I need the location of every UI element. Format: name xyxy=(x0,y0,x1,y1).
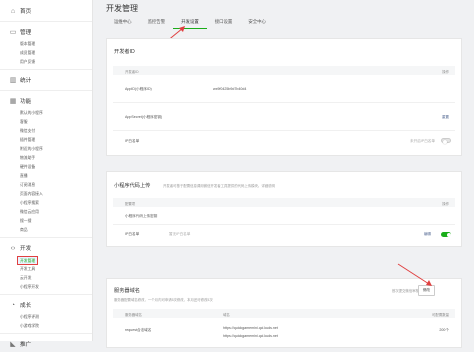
sidebar-divider xyxy=(0,237,92,238)
sidebar-divider xyxy=(0,333,92,334)
sidebar-section-manage: ▭ 管理 xyxy=(0,24,92,40)
sidebar-section-features: ▦ 功能 xyxy=(0,93,92,109)
sidebar-item-academy[interactable]: 小游戏学院 xyxy=(0,322,92,331)
code-upload-table-header: 配置项 操作 xyxy=(113,198,455,207)
main-content: 开发管理 运维中心 监控告警 开发设置 接口设置 安全中心 开发者ID 开发者I… xyxy=(94,0,474,348)
sidebar-features-label: 功能 xyxy=(20,99,32,105)
tab-security[interactable]: 安全中心 xyxy=(240,19,274,29)
grid-icon: ▦ xyxy=(9,98,17,105)
col-domain: 域名 xyxy=(223,313,230,317)
code-upload-desc: 开发者可基于配置信息调用微信开发者工具提供的代码上传模块。详细说明 xyxy=(163,184,275,188)
ip-whitelist-label: IP白名单 xyxy=(125,139,140,143)
sidebar-item-dev-tools[interactable]: 开发工具 xyxy=(0,265,92,274)
appsecret-reset-link[interactable]: 重置 xyxy=(442,115,449,120)
ip-whitelist-toggle[interactable] xyxy=(441,138,451,144)
ip-whitelist-note: 未开启IP白名单 xyxy=(410,139,435,143)
sidebar-divider xyxy=(0,69,92,70)
sidebar-manage-label: 管理 xyxy=(20,30,32,36)
sidebar-stats[interactable]: ▥ 统计 xyxy=(0,72,92,88)
sidebar-item-feature[interactable]: 订阅消息 xyxy=(0,181,92,190)
col-operation: 操作 xyxy=(442,70,449,74)
sidebar-item-feature[interactable]: 附近的小程序 xyxy=(0,145,92,154)
sidebar-divider xyxy=(0,21,92,22)
sidebar-item-feature[interactable]: 客服 xyxy=(0,118,92,127)
sidebar-item-feature[interactable]: 小程序搜索 xyxy=(0,199,92,208)
sidebar-item-cloud[interactable]: 云开发 xyxy=(0,274,92,283)
sidebar-divider xyxy=(0,90,92,91)
upload-key-label: 小程序代码上传密钥 xyxy=(125,214,158,218)
developer-id-title: 开发者ID xyxy=(114,49,135,55)
sidebar-item-feature[interactable]: 直播 xyxy=(0,172,92,181)
code-icon: ‹› xyxy=(10,244,16,252)
sidebar-section-growth: ◔ 成长 xyxy=(0,297,92,313)
sidebar-item-feature[interactable]: 物流助手 xyxy=(0,154,92,163)
appsecret-label: AppSecret(小程序密钥) xyxy=(125,115,163,119)
domain-value: https://quickgamemini.qci.kuds.net xyxy=(223,326,278,330)
sidebar-item-feature[interactable]: 插件管理 xyxy=(0,136,92,145)
col-config: 配置项 xyxy=(125,202,136,206)
sidebar: ⌂ 首页 ▭ 管理 版本管理 成员管理 用户反馈 ▥ 统计 ▦ 功能 默认的小程… xyxy=(0,0,93,348)
request-domain-label: request合法域名 xyxy=(125,328,152,332)
developer-id-card: 开发者ID 开发者ID 操作 AppID(小程序ID) wx9f0425b9d7… xyxy=(106,38,462,156)
sidebar-dev-label: 开发 xyxy=(20,246,32,252)
appid-value: wx9f0425b9d7b40d4 xyxy=(213,87,247,91)
growth-icon: ◔ xyxy=(10,301,16,309)
sidebar-item-members[interactable]: 成员管理 xyxy=(0,49,92,58)
code-upload-card: 小程序代码上传 开发者可基于配置信息调用微信开发者工具提供的代码上传模块。详细说… xyxy=(106,171,462,247)
sidebar-item-miniprogram-dev[interactable]: 小程序开发 xyxy=(0,283,92,292)
upload-ip-row: IP白名单 暂无IP白名单 编辑 xyxy=(113,225,455,243)
sidebar-item-feature[interactable]: 默认的小程序 xyxy=(0,109,92,118)
sidebar-home[interactable]: ⌂ 首页 xyxy=(0,3,92,19)
upload-ip-value: 暂无IP白名单 xyxy=(169,232,191,236)
sidebar-item-version[interactable]: 版本管理 xyxy=(0,40,92,49)
sidebar-growth-label: 成长 xyxy=(20,303,32,309)
sidebar-item-feature[interactable]: 微信支付 xyxy=(0,127,92,136)
domain-count: 200个 xyxy=(439,328,449,332)
developer-id-table-header: 开发者ID 操作 xyxy=(113,66,455,75)
server-domain-note: 首次提交微信审核 xyxy=(391,289,419,293)
sidebar-item-dev-manage[interactable]: 开发管理 xyxy=(17,256,38,265)
sidebar-item-review[interactable]: 小程序评测 xyxy=(0,313,92,322)
col-operation: 操作 xyxy=(442,202,449,206)
server-domain-desc: 服务器配置域名修改，一个月内可申请5次修改，本月还可修改5次 xyxy=(114,298,213,302)
megaphone-icon: ◣ xyxy=(10,341,16,348)
sidebar-item-feature[interactable]: 商品 xyxy=(0,226,92,235)
sidebar-home-label: 首页 xyxy=(20,9,32,15)
ip-whitelist-row: IP白名单 未开启IP白名单 xyxy=(113,131,455,153)
page-title: 开发管理 xyxy=(106,4,138,13)
sidebar-item-feature[interactable]: 微信云应用 xyxy=(0,208,92,217)
sidebar-section-dev: ‹› 开发 xyxy=(0,240,92,256)
sidebar-promo-label: 推广 xyxy=(20,342,32,348)
home-icon: ⌂ xyxy=(10,7,16,15)
request-domain-row: request合法域名 https://quickgamemini.qci.ku… xyxy=(113,318,455,342)
col-count: 可配置数量 xyxy=(432,313,449,317)
upload-ip-edit-link[interactable]: 编辑 xyxy=(424,232,431,237)
upload-key-row: 小程序代码上传密钥 xyxy=(113,207,455,225)
sidebar-promo[interactable]: ◣ 推广 xyxy=(0,336,92,352)
upload-ip-label: IP白名单 xyxy=(125,232,140,236)
chart-icon: ▥ xyxy=(9,77,17,84)
folder-icon: ▭ xyxy=(9,29,17,36)
appsecret-row: AppSecret(小程序密钥) 重置 xyxy=(113,103,455,131)
col-developer-id: 开发者ID xyxy=(125,70,139,74)
server-domain-table-header: 服务器域名 域名 可配置数量 xyxy=(113,309,455,318)
server-domain-title: 服务器域名 xyxy=(114,288,140,294)
tab-bar: 运维中心 监控告警 开发设置 接口设置 安全中心 xyxy=(106,19,274,29)
server-domain-card: 服务器域名 服务器配置域名修改，一个月内可申请5次修改，本月还可修改5次 首次提… xyxy=(106,278,462,348)
annotation-arrow xyxy=(397,263,432,286)
sidebar-item-feature[interactable]: 页面内容接入 xyxy=(0,190,92,199)
appid-row: AppID(小程序ID) wx9f0425b9d7b40d4 xyxy=(113,75,455,103)
upload-ip-toggle[interactable] xyxy=(441,232,451,237)
domain-value: https://quickgamemini.qci.kuds.net xyxy=(223,334,278,338)
sidebar-item-feedback[interactable]: 用户反馈 xyxy=(0,58,92,67)
tab-ops[interactable]: 运维中心 xyxy=(106,19,140,29)
sidebar-item-feature[interactable]: 硬件设备 xyxy=(0,163,92,172)
col-server-type: 服务器域名 xyxy=(125,313,142,317)
tab-api-settings[interactable]: 接口设置 xyxy=(207,19,241,29)
appid-label: AppID(小程序ID) xyxy=(125,87,152,91)
sidebar-item-feature[interactable]: 搜一搜 xyxy=(0,217,92,226)
sidebar-divider xyxy=(0,294,92,295)
code-upload-title: 小程序代码上传 xyxy=(114,183,151,189)
sidebar-stats-label: 统计 xyxy=(20,78,32,84)
